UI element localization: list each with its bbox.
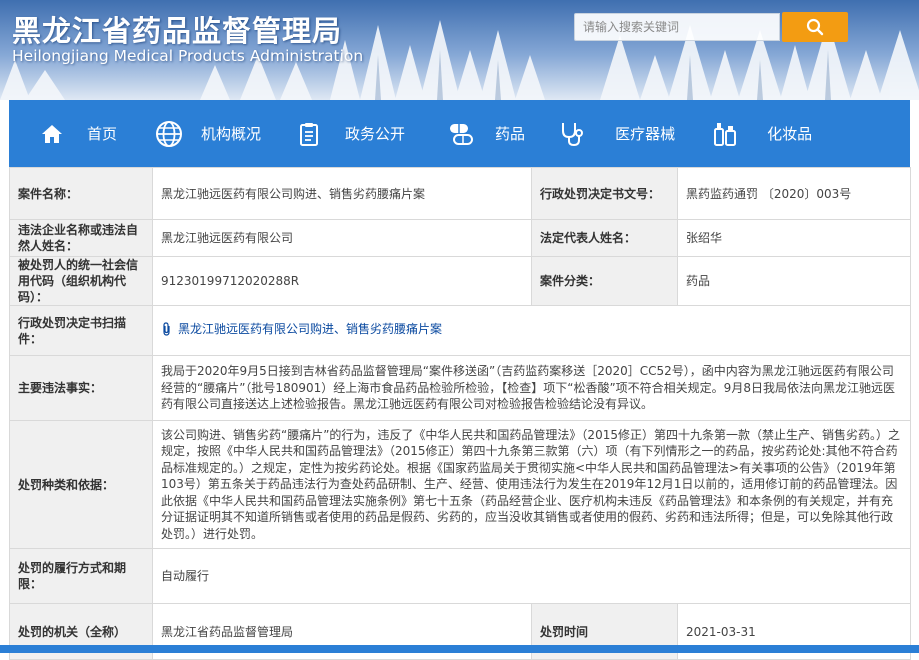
search-input[interactable] [574, 13, 780, 41]
basis-value: 该公司购进、销售劣药“腰痛片”的行为，违反了《中华人民共和国药品管理法》（201… [152, 420, 911, 549]
nav-item-about[interactable]: 机构概况 [155, 100, 261, 167]
footer-strip [0, 645, 919, 653]
scan-cell: 黑龙江驰远医药有限公司购进、销售劣药腰痛片案 [152, 305, 911, 356]
legal-rep-label: 法定代表人姓名： [531, 219, 678, 257]
nav-label: 药品 [495, 125, 526, 143]
credit-code-label: 被处罚人的统一社会信用代码（组织机构代码）： [9, 256, 153, 306]
penalty-record-table: 案件名称： 黑龙江驰远医药有限公司购进、销售劣药腰痛片案 行政处罚决定书文号： … [9, 167, 911, 660]
table-row: 违法企业名称或违法自然人姓名： 黑龙江驰远医药有限公司 法定代表人姓名： 张绍华 [9, 219, 911, 257]
site-subtitle: Heilongjiang Medical Products Administra… [12, 47, 364, 65]
home-icon [41, 124, 63, 144]
nav-label: 首页 [87, 125, 118, 143]
main-nav: 首页 机构概况 政务公开 药品 医疗器械 化妆品 [9, 100, 910, 167]
paperclip-icon [161, 322, 172, 336]
nav-label: 机构概况 [201, 125, 262, 143]
basis-label: 处罚种类和依据： [9, 420, 153, 549]
pill-icon [447, 122, 475, 146]
scan-label: 行政处罚决定书扫描件： [9, 305, 153, 356]
nav-item-drugs[interactable]: 药品 [447, 100, 525, 167]
header-banner: 黑龙江省药品监督管理局 Heilongjiang Medical Product… [0, 0, 919, 100]
table-row: 处罚的履行方式和期限： 自动履行 [9, 548, 911, 604]
nav-item-home[interactable]: 首页 [41, 100, 117, 167]
clipboard-icon [299, 122, 319, 146]
table-row: 案件名称： 黑龙江驰远医药有限公司购进、销售劣药腰痛片案 行政处罚决定书文号： … [9, 167, 911, 220]
scan-document-link[interactable]: 黑龙江驰远医药有限公司购进、销售劣药腰痛片案 [161, 321, 442, 337]
nav-label: 政务公开 [345, 125, 406, 143]
facts-label: 主要违法事实： [9, 355, 153, 421]
decision-no-label: 行政处罚决定书文号： [531, 167, 678, 220]
search-button[interactable] [782, 12, 848, 42]
search-icon [806, 18, 824, 36]
performance-value: 自动履行 [152, 548, 911, 604]
nav-item-government-affairs[interactable]: 政务公开 [299, 100, 405, 167]
company-label: 违法企业名称或违法自然人姓名： [9, 219, 153, 257]
table-row: 处罚种类和依据： 该公司购进、销售劣药“腰痛片”的行为，违反了《中华人民共和国药… [9, 420, 911, 549]
category-value: 药品 [677, 256, 911, 306]
table-row: 被处罚人的统一社会信用代码（组织机构代码）： 91230199712020288… [9, 256, 911, 306]
scan-link-text: 黑龙江驰远医药有限公司购进、销售劣药腰痛片案 [178, 322, 443, 336]
performance-label: 处罚的履行方式和期限： [9, 548, 153, 604]
cosmetics-icon [713, 121, 737, 147]
case-name-label: 案件名称： [9, 167, 153, 220]
table-row: 主要违法事实： 我局于2020年9月5日接到吉林省药品监督管理局“案件移送函”（… [9, 355, 911, 421]
nav-item-medical-devices[interactable]: 医疗器械 [559, 100, 675, 167]
nav-label: 化妆品 [767, 125, 813, 143]
case-name-value: 黑龙江驰远医药有限公司购进、销售劣药腰痛片案 [152, 167, 532, 220]
stethoscope-icon [559, 121, 585, 147]
legal-rep-value: 张绍华 [677, 219, 911, 257]
company-value: 黑龙江驰远医药有限公司 [152, 219, 532, 257]
decision-no-value: 黑药监药通罚 〔2020〕003号 [677, 167, 911, 220]
category-label: 案件分类： [531, 256, 678, 306]
globe-icon [155, 120, 183, 148]
facts-value: 我局于2020年9月5日接到吉林省药品监督管理局“案件移送函”（吉药监药案移送［… [152, 355, 911, 421]
site-title: 黑龙江省药品监督管理局 [12, 14, 343, 48]
credit-code-value: 91230199712020288R [152, 256, 532, 306]
nav-label: 医疗器械 [615, 125, 676, 143]
table-row: 行政处罚决定书扫描件： 黑龙江驰远医药有限公司购进、销售劣药腰痛片案 [9, 305, 911, 356]
nav-item-cosmetics[interactable]: 化妆品 [713, 100, 812, 167]
